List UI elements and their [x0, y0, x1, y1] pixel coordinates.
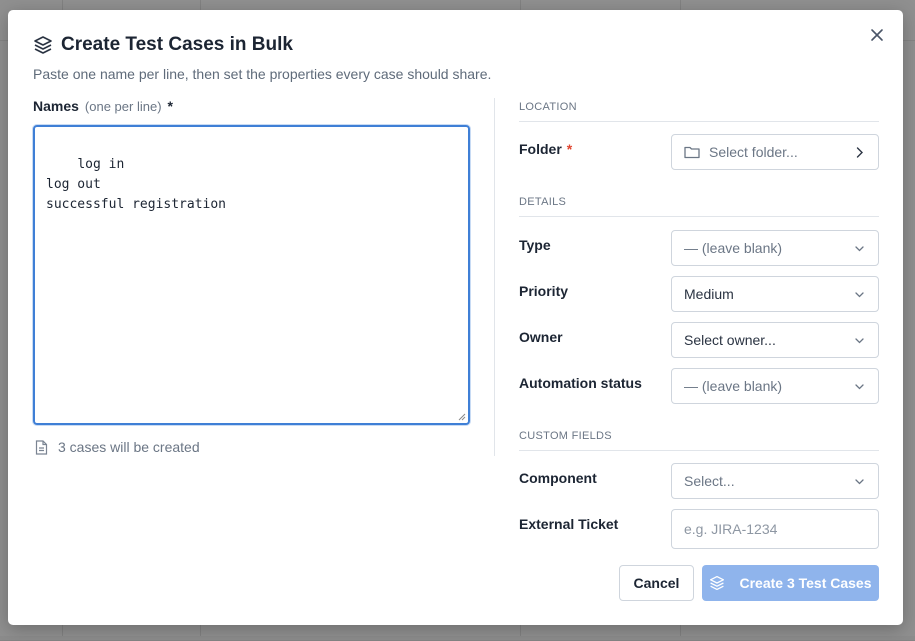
external-ticket-field[interactable]: [671, 509, 879, 549]
automation-select[interactable]: — (leave blank): [671, 368, 879, 404]
chevron-down-icon: [855, 479, 864, 485]
type-select[interactable]: — (leave blank): [671, 230, 879, 266]
chevron-down-icon: [855, 292, 864, 298]
section-divider: [519, 121, 879, 122]
dialog-title: Create Test Cases in Bulk: [61, 34, 293, 55]
chevron-right-icon: [856, 147, 863, 158]
automation-label: Automation status: [519, 375, 642, 391]
section-details: DETAILS: [519, 196, 567, 208]
resize-handle-icon[interactable]: [458, 413, 466, 421]
type-value: — (leave blank): [684, 240, 783, 256]
owner-value: Select owner...: [684, 332, 776, 348]
case-count-text: 3 cases will be created: [58, 439, 200, 455]
case-count-note: 3 cases will be created: [35, 439, 200, 455]
priority-label: Priority: [519, 283, 569, 299]
column-divider: [494, 98, 495, 456]
names-label-text: Names: [33, 98, 79, 114]
external-ticket-input[interactable]: [684, 521, 866, 537]
chevron-down-icon: [855, 338, 864, 344]
owner-label: Owner: [519, 329, 563, 345]
close-icon[interactable]: [868, 26, 886, 44]
dialog-header: Create Test Cases in Bulk: [33, 34, 293, 56]
names-textarea[interactable]: log in log out successful registration: [33, 125, 470, 425]
required-marker: *: [167, 98, 173, 114]
component-label: Component: [519, 470, 597, 486]
type-label: Type: [519, 237, 551, 253]
bulk-create-dialog: Create Test Cases in Bulk Paste one name…: [8, 10, 903, 625]
automation-value: — (leave blank): [684, 378, 783, 394]
dialog-subtitle: Paste one name per line, then set the pr…: [33, 66, 492, 82]
priority-select[interactable]: Medium: [671, 276, 879, 312]
folder-picker[interactable]: Select folder...: [671, 134, 879, 170]
chevron-down-icon: [855, 384, 864, 390]
priority-value: Medium: [684, 286, 734, 302]
chevron-down-icon: [855, 246, 864, 252]
create-test-cases-button[interactable]: Create 3 Test Cases: [702, 565, 879, 601]
folder-label-text: Folder: [519, 141, 562, 157]
names-textarea-value: log in log out successful registration: [46, 157, 227, 212]
create-button-label: Create 3 Test Cases: [739, 575, 872, 591]
names-label: Names (one per line) *: [33, 98, 173, 114]
section-divider: [519, 216, 879, 217]
cancel-button[interactable]: Cancel: [619, 565, 694, 601]
required-marker: *: [566, 141, 573, 157]
component-value: Select...: [684, 473, 735, 489]
names-hint: (one per line): [84, 99, 162, 114]
stack-layers-icon: [34, 36, 52, 54]
external-ticket-label: External Ticket: [519, 516, 619, 532]
folder-label: Folder *: [519, 141, 572, 157]
stack-layers-icon: [710, 575, 725, 591]
folder-placeholder: Select folder...: [709, 144, 798, 160]
section-custom-fields: CUSTOM FIELDS: [519, 430, 612, 442]
section-divider: [519, 450, 879, 451]
owner-select[interactable]: Select owner...: [671, 322, 879, 358]
section-location: LOCATION: [519, 101, 577, 113]
component-select[interactable]: Select...: [671, 463, 879, 499]
folder-icon: [684, 146, 700, 159]
document-icon: [35, 439, 48, 455]
